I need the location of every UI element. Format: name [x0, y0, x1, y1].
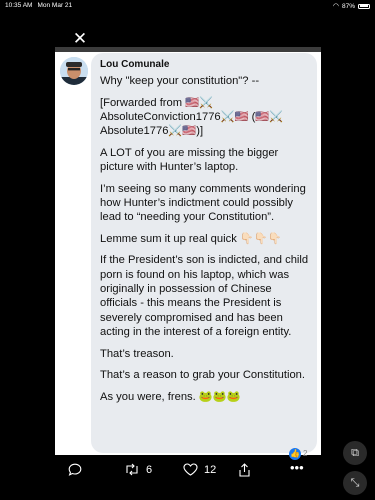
post-image: Lou Comunale Why "keep your constitution…	[55, 47, 321, 455]
share-button[interactable]	[238, 463, 251, 477]
post-line: Why "keep your constitution"? --	[100, 75, 260, 87]
post-line: I’m seeing so many comments wondering ho…	[100, 182, 306, 224]
battery-percent: 87%	[341, 2, 355, 10]
reaction-count: 2	[303, 449, 308, 458]
status-date: Mon Mar 21	[37, 2, 73, 9]
post-line: As you were, frens. 🐸🐸🐸	[100, 390, 241, 403]
battery-icon	[358, 3, 370, 9]
comment-bubble: Lou Comunale Why "keep your constitution…	[91, 53, 317, 453]
like-button[interactable]: 12	[183, 463, 216, 476]
like-count: 12	[204, 463, 217, 476]
post-line: A LOT of you are missing the bigger pict…	[100, 146, 279, 174]
comment-text: Why "keep your constitution"? -- [Forwar…	[100, 74, 310, 411]
post-line: Lemme sum it up real quick 👇🏻👇🏻👇🏻	[100, 232, 282, 245]
reply-icon	[68, 463, 82, 476]
status-bar: 10:35 AM Mon Mar 21 ◠ 87%	[0, 0, 375, 12]
retweet-count: 6	[146, 463, 153, 476]
status-time: 10:35 AM	[5, 2, 33, 9]
post-line: If the President’s son is indicted, and …	[100, 254, 309, 338]
tweet-action-bar: 6 12 •••	[0, 458, 375, 488]
wifi-icon: ◠	[332, 3, 339, 10]
heart-icon	[183, 463, 198, 476]
post-line: That’s a reason to grab your Constitutio…	[100, 369, 306, 382]
comment-card: Lou Comunale Why "keep your constitution…	[55, 52, 321, 455]
post-line: That’s treason.	[100, 347, 174, 360]
post-line: [Forwarded from 🇺🇸⚔️ AbsoluteConviction1…	[100, 96, 284, 138]
share-icon	[239, 463, 250, 477]
close-icon[interactable]: ✕	[72, 30, 88, 47]
retweet-icon	[126, 463, 138, 476]
retweet-button[interactable]: 6	[124, 463, 152, 476]
author-name[interactable]: Lou Comunale	[100, 59, 169, 70]
reply-button[interactable]	[68, 463, 82, 476]
avatar	[60, 57, 88, 85]
more-options-icon[interactable]: •••	[290, 460, 304, 475]
